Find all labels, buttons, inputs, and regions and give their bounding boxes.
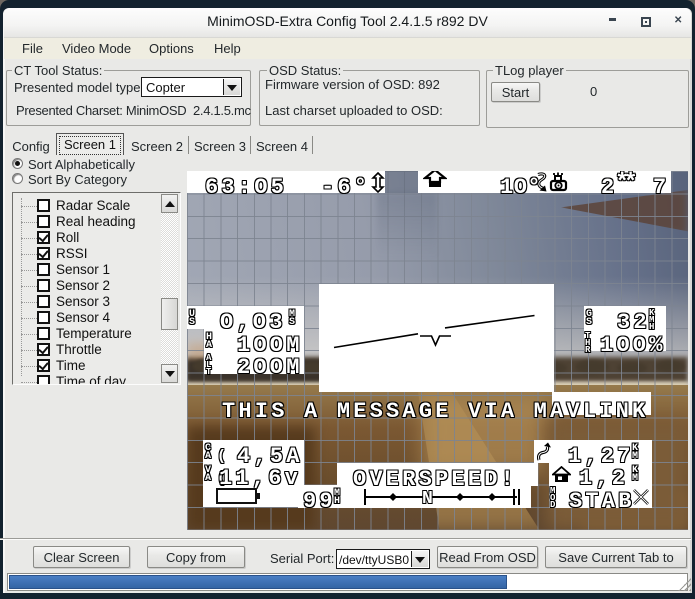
svg-text:N: N xyxy=(422,489,433,507)
